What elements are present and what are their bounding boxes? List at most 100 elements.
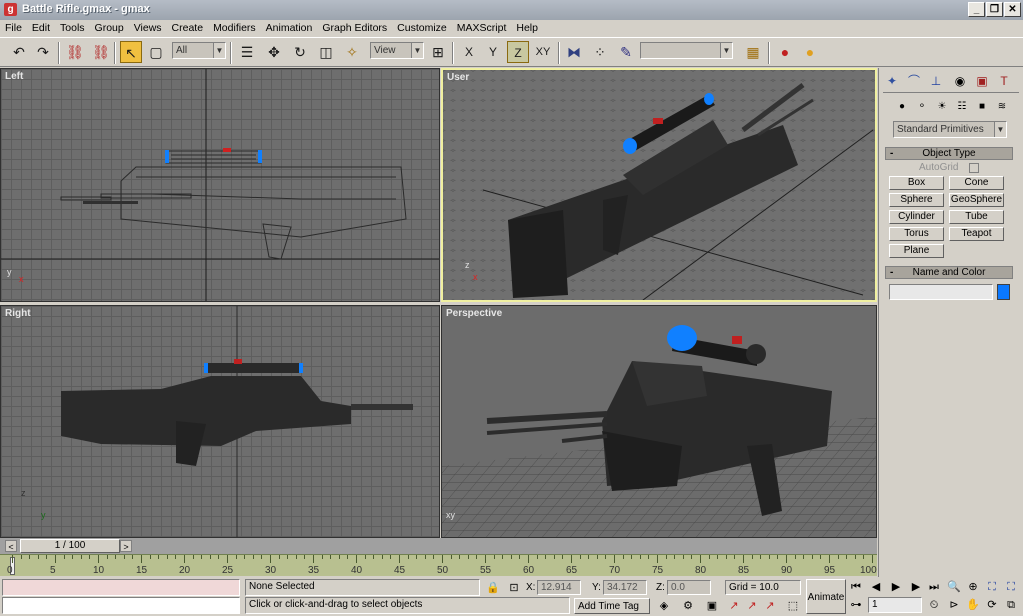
select-and-link-icon[interactable]: ⛓: [64, 41, 86, 63]
menu-customize[interactable]: Customize: [392, 20, 452, 36]
restrict-z-icon[interactable]: Z: [507, 41, 529, 63]
x-coordinate-field[interactable]: 12.914: [537, 580, 581, 595]
viewport-left[interactable]: Left y x: [0, 68, 440, 302]
restrict-x-icon[interactable]: X: [458, 41, 480, 63]
time-configuration-icon[interactable]: ⏲: [926, 597, 942, 613]
geometry-icon[interactable]: ●: [893, 98, 911, 116]
menu-graph-editors[interactable]: Graph Editors: [317, 20, 392, 36]
restrict-y-icon[interactable]: Y: [482, 41, 504, 63]
geosphere-button[interactable]: GeoSphere: [949, 193, 1004, 207]
zoom-all-icon[interactable]: ⊕: [965, 579, 981, 595]
align-icon[interactable]: ✎: [615, 41, 637, 63]
menu-tools[interactable]: Tools: [55, 20, 90, 36]
degradation-icon[interactable]: ↗: [762, 598, 778, 614]
arc-rotate-icon[interactable]: ⟳: [984, 597, 1000, 613]
menu-group[interactable]: Group: [90, 20, 129, 36]
create-tab-icon[interactable]: ✦: [883, 72, 901, 90]
render-scene-icon[interactable]: ●: [774, 41, 796, 63]
torus-button[interactable]: Torus: [889, 227, 944, 241]
move-icon[interactable]: ✥: [263, 41, 285, 63]
menu-help[interactable]: Help: [511, 20, 543, 36]
shapes-icon[interactable]: ⚬: [913, 98, 931, 116]
object-color-swatch[interactable]: [997, 284, 1010, 300]
angle-snap-icon[interactable]: ⚙: [680, 598, 696, 614]
maxscript-listener-top[interactable]: [2, 579, 240, 596]
play-icon[interactable]: ▶: [888, 579, 904, 595]
zoom-extents-icon[interactable]: ⛶: [984, 579, 1000, 595]
rotate-icon[interactable]: ↻: [289, 41, 311, 63]
object-type-rollout[interactable]: - Object Type: [885, 147, 1013, 160]
menu-views[interactable]: Views: [129, 20, 167, 36]
min-max-toggle-icon[interactable]: ⧉: [1003, 597, 1019, 613]
z-coordinate-field[interactable]: 0.0: [667, 580, 711, 595]
autogrid-checkbox[interactable]: [969, 163, 979, 173]
absolute-mode-icon[interactable]: ⊡: [506, 580, 522, 596]
pan-icon[interactable]: ✋: [965, 597, 981, 613]
viewport-label-left[interactable]: Left: [5, 71, 23, 82]
menu-file[interactable]: File: [0, 20, 27, 36]
motion-tab-icon[interactable]: ◉: [951, 72, 969, 90]
selection-filter-dropdown[interactable]: All ▼: [172, 42, 226, 59]
utilities-tab-icon[interactable]: T: [995, 72, 1013, 90]
animate-button[interactable]: Animate: [806, 579, 846, 614]
teapot-button[interactable]: Teapot: [949, 227, 1004, 241]
undo-icon[interactable]: ↶: [8, 41, 30, 63]
spinner-snap-icon[interactable]: ↗: [726, 598, 742, 614]
next-frame-icon[interactable]: ▶: [908, 579, 924, 595]
prev-frame-arrow-icon[interactable]: <: [5, 540, 17, 552]
field-of-view-icon[interactable]: ⊳: [946, 597, 962, 613]
time-slider-thumb[interactable]: 1 / 100: [20, 539, 120, 553]
menu-maxscript[interactable]: MAXScript: [452, 20, 512, 36]
cone-button[interactable]: Cone: [949, 176, 1004, 190]
category-dropdown[interactable]: Standard Primitives ▼: [893, 121, 1007, 138]
viewport-label-right[interactable]: Right: [5, 308, 31, 319]
quick-render-icon[interactable]: ●: [799, 41, 821, 63]
array-icon[interactable]: ⁘: [589, 41, 611, 63]
lock-selection-icon[interactable]: 🔒: [485, 580, 501, 596]
viewport-right[interactable]: Right z y: [0, 305, 440, 538]
close-button[interactable]: ✕: [1004, 2, 1021, 17]
previous-frame-icon[interactable]: ◀: [868, 579, 884, 595]
object-name-field[interactable]: [889, 284, 993, 300]
select-by-name-icon[interactable]: ☰: [236, 41, 258, 63]
reference-coordinate-dropdown[interactable]: View ▼: [370, 42, 424, 59]
display-tab-icon[interactable]: ▣: [973, 72, 991, 90]
plane-button[interactable]: Plane: [889, 244, 944, 258]
viewport-label-user[interactable]: User: [447, 72, 469, 83]
redo-icon[interactable]: ↷: [32, 41, 54, 63]
hierarchy-tab-icon[interactable]: ⊥: [927, 72, 945, 90]
zoom-icon[interactable]: 🔍: [946, 579, 962, 595]
menu-modifiers[interactable]: Modifiers: [208, 20, 261, 36]
keyboard-override-icon[interactable]: ↗: [744, 598, 760, 614]
viewport-perspective[interactable]: Perspective xy: [441, 305, 877, 538]
snap-toggle-icon[interactable]: ◈: [656, 598, 672, 614]
helpers-icon[interactable]: ■: [973, 98, 991, 116]
viewport-label-perspective[interactable]: Perspective: [446, 308, 502, 319]
region-select-icon[interactable]: ▢: [145, 41, 167, 63]
restrict-xy-icon[interactable]: XY: [532, 41, 554, 63]
go-to-end-icon[interactable]: ⏭: [926, 579, 942, 595]
select-manipulate-icon[interactable]: ✧: [341, 41, 363, 63]
cameras-icon[interactable]: ☷: [953, 98, 971, 116]
zoom-extents-all-icon[interactable]: ⛶: [1003, 579, 1019, 595]
modify-tab-icon[interactable]: ⌒: [905, 72, 923, 90]
mirror-icon[interactable]: ⧓: [563, 41, 585, 63]
unlink-selection-icon[interactable]: ⛓: [90, 41, 112, 63]
space-warps-icon[interactable]: ≋: [993, 98, 1011, 116]
pivot-center-icon[interactable]: ⊞: [427, 41, 449, 63]
app-icon[interactable]: g: [4, 3, 17, 16]
time-slider[interactable]: < 1 / 100 >: [0, 538, 877, 554]
window-crossing-icon[interactable]: ⬚: [785, 598, 801, 614]
viewport-user[interactable]: User z x: [441, 68, 877, 302]
sphere-button[interactable]: Sphere: [889, 193, 944, 207]
menu-create[interactable]: Create: [167, 20, 209, 36]
go-to-start-icon[interactable]: ⏮: [848, 579, 864, 595]
box-button[interactable]: Box: [889, 176, 944, 190]
add-time-tag-button[interactable]: Add Time Tag: [574, 598, 650, 614]
maxscript-listener-bottom[interactable]: [2, 597, 240, 614]
next-frame-arrow-icon[interactable]: >: [120, 540, 132, 552]
select-object-icon[interactable]: ↖: [120, 41, 142, 63]
current-frame-field[interactable]: 1: [868, 597, 922, 613]
scale-icon[interactable]: ◫: [315, 41, 337, 63]
key-mode-icon[interactable]: ⊶: [848, 597, 864, 613]
